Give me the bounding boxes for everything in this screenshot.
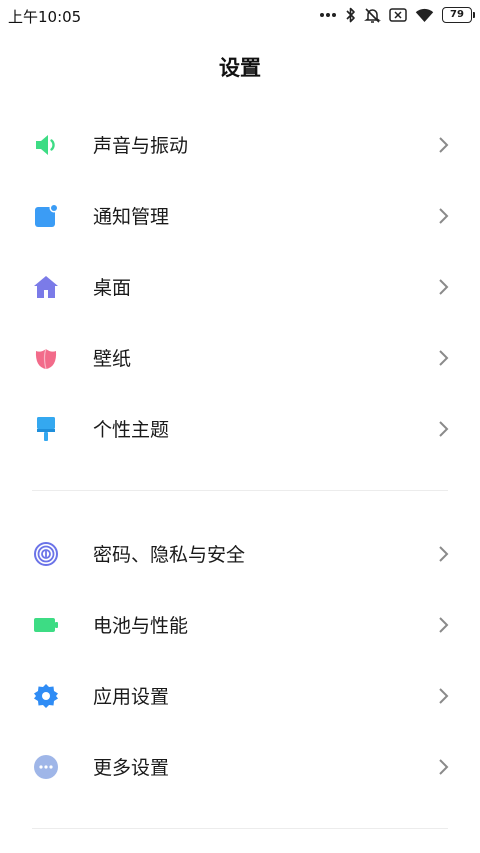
settings-item-label: 壁纸	[93, 348, 132, 370]
settings-item-battery-performance[interactable]: 电池与性能	[0, 589, 480, 660]
sim-off-icon	[389, 8, 407, 22]
settings-item-notifications[interactable]: 通知管理	[0, 180, 480, 251]
status-icons: 79	[319, 5, 475, 25]
settings-item-sound-vibration[interactable]: 声音与振动	[0, 109, 480, 180]
chevron-right-icon	[436, 207, 450, 225]
settings-item-wallpaper[interactable]: 壁纸	[0, 322, 480, 393]
settings-item-label: 更多设置	[93, 757, 170, 779]
page-title: 设置	[219, 56, 261, 80]
battery-indicator: 79	[442, 7, 475, 23]
settings-item-themes[interactable]: 个性主题	[0, 393, 480, 464]
settings-item-label: 通知管理	[93, 206, 170, 228]
chevron-right-icon	[436, 420, 450, 438]
settings-item-app-settings[interactable]: 应用设置	[0, 660, 480, 731]
speaker-icon	[33, 132, 59, 158]
settings-item-label: 桌面	[93, 277, 132, 299]
chevron-right-icon	[436, 758, 450, 776]
settings-item-label: 应用设置	[93, 686, 170, 708]
chevron-right-icon	[436, 349, 450, 367]
gear-icon	[33, 683, 59, 709]
tulip-icon	[33, 345, 59, 371]
more-dots-icon	[319, 12, 337, 18]
fingerprint-icon	[33, 541, 59, 567]
section-divider	[32, 828, 448, 829]
settings-item-desktop[interactable]: 桌面	[0, 251, 480, 322]
chevron-right-icon	[436, 136, 450, 154]
chevron-right-icon	[436, 616, 450, 634]
chevron-right-icon	[436, 545, 450, 563]
notification-icon	[33, 203, 59, 229]
brush-icon	[33, 416, 59, 442]
more-icon	[33, 754, 59, 780]
chevron-right-icon	[436, 687, 450, 705]
settings-item-label: 个性主题	[93, 419, 170, 441]
wifi-icon	[415, 8, 434, 23]
settings-item-label: 密码、隐私与安全	[93, 544, 246, 566]
mute-bell-icon	[364, 7, 381, 24]
chevron-right-icon	[436, 278, 450, 296]
status-bar: 上午10:05 79	[0, 0, 480, 30]
settings-item-more-settings[interactable]: 更多设置	[0, 731, 480, 802]
settings-item-label: 声音与振动	[93, 135, 189, 157]
status-time: 上午10:05	[8, 8, 82, 26]
bluetooth-icon	[345, 7, 356, 23]
home-icon	[33, 274, 59, 300]
settings-item-password-privacy-security[interactable]: 密码、隐私与安全	[0, 518, 480, 589]
battery-icon	[33, 612, 59, 638]
section-divider	[32, 490, 448, 491]
settings-item-label: 电池与性能	[93, 615, 189, 637]
